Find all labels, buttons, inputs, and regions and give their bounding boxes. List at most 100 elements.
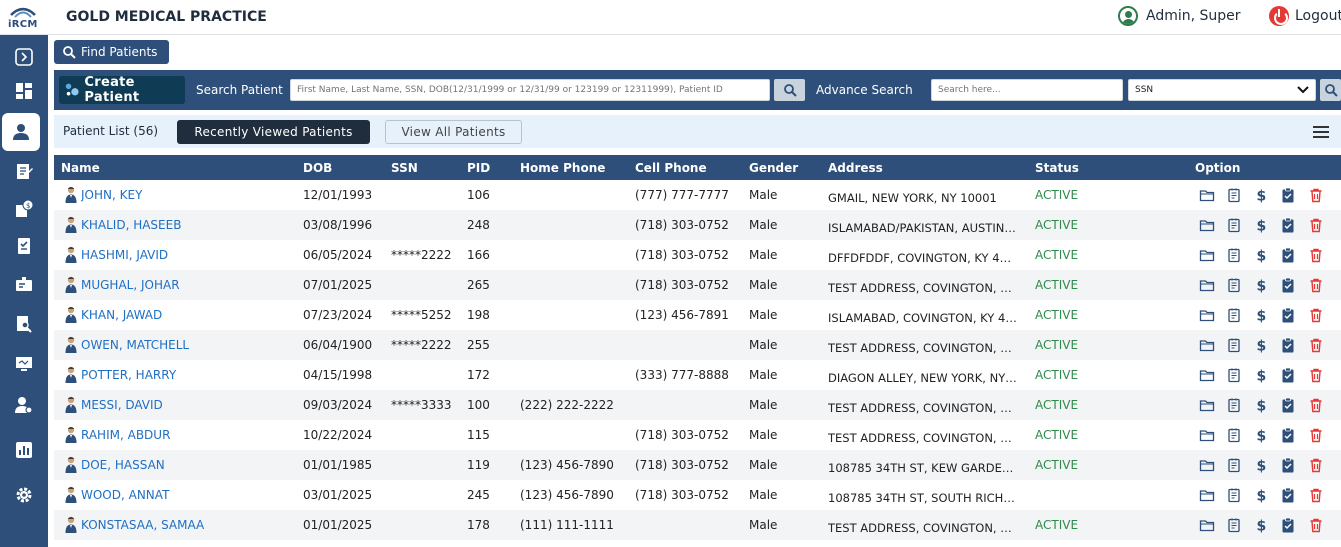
- patient-name-link[interactable]: MESSI, DAVID: [81, 398, 291, 412]
- patient-name-link[interactable]: OWEN, MATCHELL: [81, 338, 291, 352]
- trash-icon[interactable]: [1308, 457, 1324, 473]
- folder-icon[interactable]: [1199, 277, 1215, 293]
- dollar-icon[interactable]: $: [1253, 247, 1269, 265]
- patient-name-link[interactable]: MUGHAL, JOHAR: [81, 278, 291, 292]
- find-patients-button[interactable]: Find Patients: [54, 40, 169, 64]
- dollar-icon[interactable]: $: [1253, 427, 1269, 445]
- notes-icon[interactable]: [1226, 217, 1242, 233]
- trash-icon[interactable]: [1308, 187, 1324, 203]
- notes-icon[interactable]: [1226, 487, 1242, 503]
- patient-name-link[interactable]: KHAN, JAWAD: [81, 308, 291, 322]
- dollar-icon[interactable]: $: [1253, 277, 1269, 295]
- dollar-icon[interactable]: $: [1253, 517, 1269, 535]
- clipboard-icon[interactable]: [1280, 187, 1296, 203]
- search-patient-button[interactable]: [774, 79, 805, 101]
- trash-icon[interactable]: [1308, 367, 1324, 383]
- sidebar-claims[interactable]: [0, 266, 48, 304]
- search-patient-input[interactable]: [290, 79, 770, 101]
- patient-name-link[interactable]: POTTER, HARRY: [81, 368, 291, 382]
- patient-name-link[interactable]: HASHMI, JAVID: [81, 248, 291, 262]
- sidebar-reports[interactable]: [0, 431, 48, 469]
- clipboard-icon[interactable]: [1280, 337, 1296, 353]
- dollar-icon[interactable]: $: [1253, 307, 1269, 325]
- clipboard-icon[interactable]: [1280, 367, 1296, 383]
- patient-name-link[interactable]: JOHN, KEY: [81, 188, 291, 202]
- clipboard-icon[interactable]: [1280, 217, 1296, 233]
- clipboard-icon[interactable]: [1280, 307, 1296, 323]
- notes-icon[interactable]: [1226, 397, 1242, 413]
- sidebar-settings[interactable]: [0, 476, 48, 514]
- folder-icon[interactable]: [1199, 337, 1215, 353]
- trash-icon[interactable]: [1308, 307, 1324, 323]
- folder-icon[interactable]: [1199, 187, 1215, 203]
- patient-name-link[interactable]: WOOD, ANNAT: [81, 488, 291, 502]
- app-logo[interactable]: iRCM: [6, 3, 40, 31]
- folder-icon[interactable]: [1199, 367, 1215, 383]
- menu-icon[interactable]: [1313, 126, 1329, 138]
- notes-icon[interactable]: [1226, 427, 1242, 443]
- notes-icon[interactable]: [1226, 457, 1242, 473]
- sidebar-dashboard[interactable]: [0, 72, 48, 110]
- notes-icon[interactable]: [1226, 517, 1242, 533]
- user-menu[interactable]: Admin, Super: [1118, 5, 1241, 27]
- clipboard-icon[interactable]: [1280, 517, 1296, 533]
- dollar-icon[interactable]: $: [1253, 217, 1269, 235]
- clipboard-icon[interactable]: [1280, 247, 1296, 263]
- cell-status: ACTIVE: [1035, 428, 1079, 442]
- sidebar-expand[interactable]: [0, 38, 48, 76]
- trash-icon[interactable]: [1308, 487, 1324, 503]
- dollar-icon[interactable]: $: [1253, 487, 1269, 505]
- patient-name-link[interactable]: KHALID, HASEEB: [81, 218, 291, 232]
- trash-icon[interactable]: [1308, 397, 1324, 413]
- folder-icon[interactable]: [1199, 307, 1215, 323]
- clipboard-icon[interactable]: [1280, 277, 1296, 293]
- patient-name-link[interactable]: RAHIM, ABDUR: [81, 428, 291, 442]
- sidebar-user-settings[interactable]: [0, 386, 48, 424]
- sidebar-monitor[interactable]: [0, 345, 48, 383]
- dollar-icon[interactable]: $: [1253, 397, 1269, 415]
- folder-icon[interactable]: [1199, 217, 1215, 233]
- dollar-icon[interactable]: $: [1253, 337, 1269, 355]
- trash-icon[interactable]: [1308, 277, 1324, 293]
- notes-icon[interactable]: [1226, 307, 1242, 323]
- trash-icon[interactable]: [1308, 247, 1324, 263]
- dollar-icon[interactable]: $: [1253, 457, 1269, 475]
- folder-icon[interactable]: [1199, 427, 1215, 443]
- cell-dob: 06/04/1900: [303, 338, 373, 352]
- patient-name-link[interactable]: DOE, HASSAN: [81, 458, 291, 472]
- tab-view-all[interactable]: View All Patients: [385, 120, 522, 144]
- notes-icon[interactable]: [1226, 187, 1242, 203]
- claims-icon: [16, 277, 32, 291]
- clipboard-icon[interactable]: [1280, 487, 1296, 503]
- sidebar-notes[interactable]: [0, 152, 48, 190]
- clipboard-icon[interactable]: [1280, 457, 1296, 473]
- folder-icon[interactable]: [1199, 457, 1215, 473]
- notes-icon[interactable]: [1226, 367, 1242, 383]
- folder-icon[interactable]: [1199, 397, 1215, 413]
- trash-icon[interactable]: [1308, 337, 1324, 353]
- notes-icon[interactable]: [1226, 337, 1242, 353]
- trash-icon[interactable]: [1308, 427, 1324, 443]
- advance-search-button[interactable]: [1320, 79, 1341, 101]
- sidebar-documents[interactable]: [0, 305, 48, 343]
- notes-icon[interactable]: [1226, 247, 1242, 263]
- sidebar-tasks[interactable]: [0, 226, 48, 264]
- sidebar-patients[interactable]: [2, 113, 40, 151]
- sidebar-billing[interactable]: $: [0, 189, 48, 227]
- logout-button[interactable]: Logout: [1269, 5, 1341, 27]
- advance-search-input[interactable]: [931, 79, 1123, 101]
- trash-icon[interactable]: [1308, 517, 1324, 533]
- dollar-icon[interactable]: $: [1253, 187, 1269, 205]
- tab-recently-viewed[interactable]: Recently Viewed Patients: [177, 120, 370, 144]
- folder-icon[interactable]: [1199, 487, 1215, 503]
- trash-icon[interactable]: [1308, 217, 1324, 233]
- patient-name-link[interactable]: KONSTASAA, SAMAA: [81, 518, 291, 532]
- clipboard-icon[interactable]: [1280, 397, 1296, 413]
- clipboard-icon[interactable]: [1280, 427, 1296, 443]
- dollar-icon[interactable]: $: [1253, 367, 1269, 385]
- folder-icon[interactable]: [1199, 247, 1215, 263]
- notes-icon[interactable]: [1226, 277, 1242, 293]
- advance-search-field-select[interactable]: SSN: [1128, 79, 1316, 101]
- folder-icon[interactable]: [1199, 517, 1215, 533]
- create-patient-button[interactable]: Create Patient: [59, 75, 185, 105]
